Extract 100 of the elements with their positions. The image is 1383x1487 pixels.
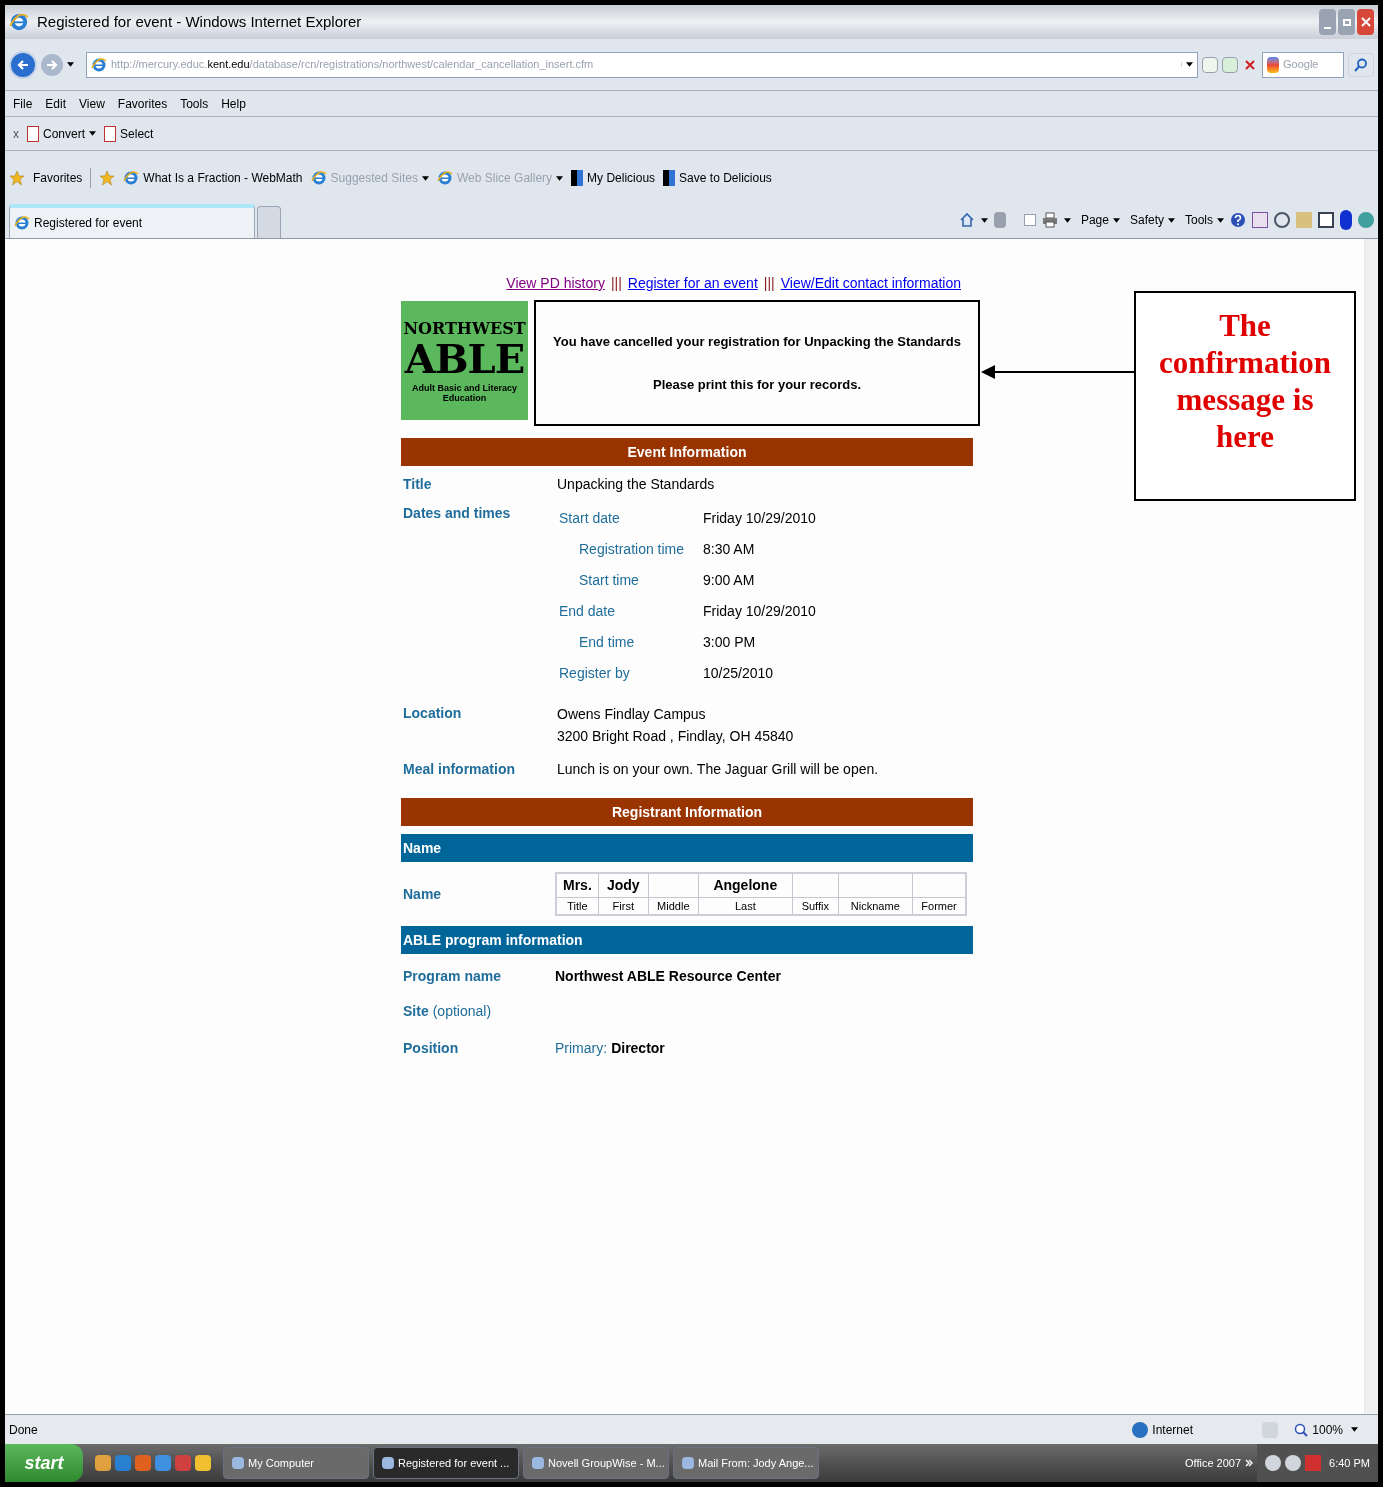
callout-text: The confirmation message is here <box>1157 307 1333 456</box>
command-menu[interactable]: Tools <box>1185 211 1213 229</box>
e-logo-icon <box>436 170 453 186</box>
dropdown-caret-icon[interactable] <box>556 175 564 181</box>
menu-item[interactable]: Tools <box>180 94 209 113</box>
dropdown-caret-icon[interactable] <box>1063 217 1071 223</box>
taskbar-button[interactable]: Registered for event ... <box>373 1447 519 1479</box>
window-icon <box>232 1457 244 1469</box>
restore-button[interactable] <box>1338 9 1355 35</box>
field-label: Start date <box>559 509 621 528</box>
dropdown-caret-icon[interactable] <box>1186 62 1193 67</box>
table-cell: Mrs. <box>556 873 599 897</box>
link-separator: ||| <box>610 274 622 293</box>
field-value: Director <box>611 1039 665 1058</box>
section-header: Event Information <box>401 438 973 466</box>
message-text: You have cancelled your registration for Unpacking the Standards <box>553 332 961 351</box>
taskbar-button[interactable]: My Computer <box>223 1447 369 1479</box>
e-logo-icon <box>123 170 140 186</box>
back-button[interactable] <box>9 50 37 79</box>
close-icon <box>1360 17 1371 27</box>
address-field[interactable]: http://mercury.educ.kent.edu/database/rcn/registrations/northwest/calendar_cancellation_insert.cfm <box>86 51 1198 78</box>
field-label: Register by <box>559 664 631 683</box>
e-logo-icon <box>14 215 30 231</box>
field-value: 3200 Bright Road , Findlay, OH 45840 <box>557 727 794 746</box>
tray-icon[interactable] <box>1265 1455 1282 1471</box>
field-value: 3:00 PM <box>703 633 756 652</box>
menu-item[interactable]: View <box>79 94 105 113</box>
window-icon <box>532 1457 544 1469</box>
minimize-button[interactable] <box>1319 9 1336 35</box>
field-value: 9:00 AM <box>703 571 755 590</box>
search-icon <box>1354 57 1368 72</box>
field-label: End date <box>559 602 617 621</box>
chevron-icon[interactable] <box>1245 1459 1254 1467</box>
document-icon <box>104 125 117 142</box>
dropdown-caret-icon[interactable] <box>1217 217 1224 223</box>
delicious-icon <box>663 170 676 186</box>
dropdown-caret-icon[interactable] <box>421 175 429 181</box>
field-label: Meal information <box>403 760 516 779</box>
taskbar-button[interactable]: Mail From: Jody Ange... <box>673 1447 819 1479</box>
help-icon[interactable] <box>1230 212 1246 228</box>
dropdown-caret-icon[interactable] <box>1112 217 1120 223</box>
back-arrow-icon <box>17 58 29 71</box>
field-label: Start time <box>578 571 640 590</box>
favorite-link[interactable]: Save to Delicious <box>679 169 772 187</box>
nav-link[interactable]: Register for an event <box>627 273 758 294</box>
window-icon <box>382 1457 394 1469</box>
dropdown-caret-icon[interactable] <box>89 131 97 136</box>
delicious-icon <box>571 170 584 186</box>
zoom-button[interactable]: 100% <box>1312 1420 1343 1439</box>
window-icon[interactable] <box>1318 212 1334 228</box>
nav-link[interactable]: View/Edit contact information <box>780 273 961 294</box>
optional-note: (optional) <box>432 1002 492 1021</box>
section-header: Registrant Information <box>401 798 973 826</box>
window-title: Registered for event - Windows Internet Explorer <box>37 11 362 32</box>
quick-launch-icon[interactable] <box>195 1455 211 1471</box>
field-label: End time <box>578 633 636 652</box>
search-button[interactable] <box>1348 52 1374 77</box>
url-text: http://mercury.educ.kent.edu/database/rcn/registrations/northwest/calendar_cancellation_insert.cfm <box>111 57 594 73</box>
favorite-link[interactable]: My Delicious <box>587 169 656 187</box>
close-toolbar-button[interactable]: x <box>13 124 19 143</box>
home-icon[interactable] <box>958 212 975 228</box>
toolbar-label: Office 2007 <box>1184 1455 1242 1471</box>
window-icon <box>682 1457 694 1469</box>
field-value: 8:30 AM <box>703 540 755 559</box>
favorite-link[interactable]: What Is a Fraction - WebMath <box>143 169 303 187</box>
command-menu[interactable]: Safety <box>1129 211 1164 229</box>
menu-item[interactable]: Help <box>221 94 246 113</box>
taskbar-button[interactable]: Novell GroupWise - M... <box>523 1447 669 1479</box>
e-logo-icon <box>310 170 327 186</box>
e-logo-icon <box>91 56 107 73</box>
quick-launch-icon[interactable] <box>95 1455 111 1471</box>
star-icon[interactable] <box>9 170 25 186</box>
menu-item[interactable]: Edit <box>45 94 67 113</box>
table-cell: Angelone <box>698 873 793 897</box>
table-cell: Jody <box>598 873 649 897</box>
toolbar-button[interactable]: Select <box>120 124 154 143</box>
tray-icon[interactable] <box>1285 1455 1302 1471</box>
field-value: Owens Findlay Campus <box>557 705 707 724</box>
field-value: Northwest ABLE Resource Center <box>555 967 781 986</box>
position-qualifier: Primary: <box>555 1039 608 1058</box>
field-label: Registration time <box>578 540 686 559</box>
dropdown-caret-icon[interactable] <box>67 62 74 67</box>
close-button[interactable] <box>1357 9 1374 35</box>
print-icon[interactable] <box>1041 212 1058 228</box>
field-label: Dates and times <box>403 504 512 523</box>
menu-item[interactable]: Favorites <box>117 94 168 113</box>
toolbar-button[interactable]: Convert <box>43 124 86 143</box>
menu-item[interactable]: File <box>13 94 33 113</box>
command-menu[interactable]: Page <box>1080 211 1109 229</box>
scrollbar[interactable] <box>1364 239 1378 1414</box>
field-label: Position <box>403 1039 460 1058</box>
browser-tab[interactable]: Registered for event <box>9 204 255 238</box>
message-text: Please print this for your records. <box>652 376 862 394</box>
favorites-button[interactable]: Favorites <box>33 169 83 187</box>
status-text: Done <box>9 1421 38 1439</box>
field-value: 10/25/2010 <box>703 664 774 683</box>
dropdown-caret-icon[interactable] <box>980 217 988 223</box>
nav-link[interactable]: View PD history <box>506 273 605 294</box>
dropdown-caret-icon[interactable] <box>1351 1427 1358 1432</box>
dropdown-caret-icon[interactable] <box>1168 217 1175 223</box>
